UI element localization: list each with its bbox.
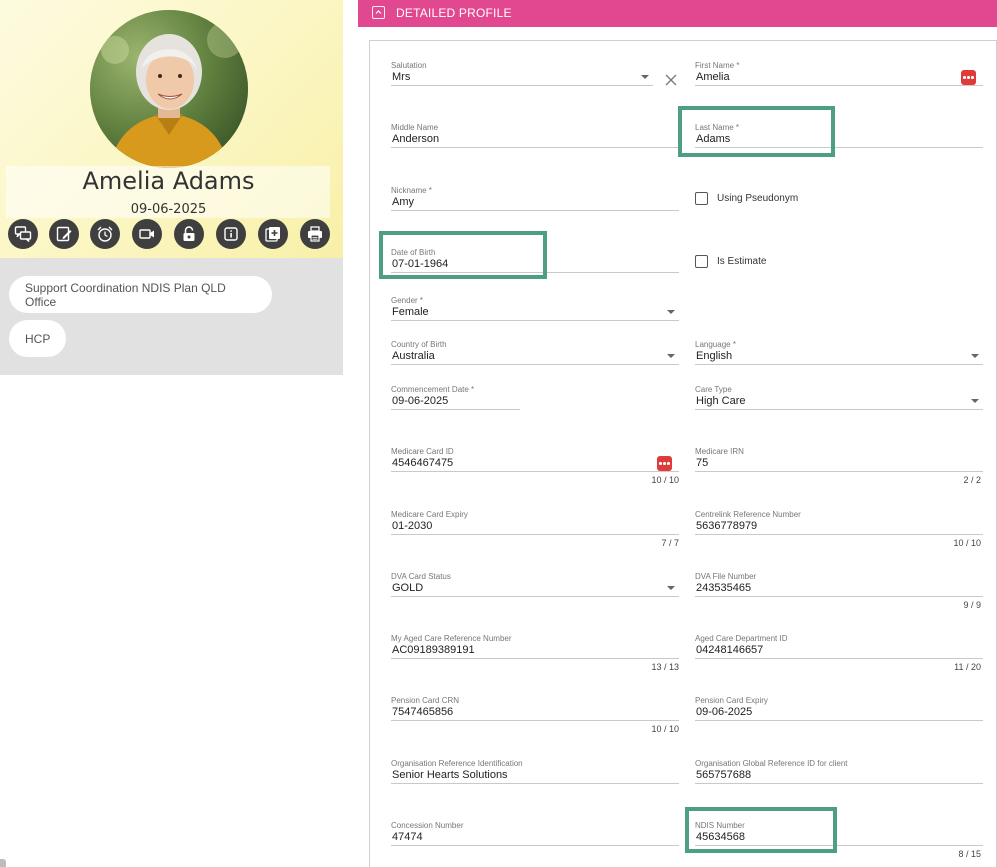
centrelink-reference-label: Centrelink Reference Number	[695, 510, 801, 519]
medicare-card-expiry-counter: 7 / 7	[661, 538, 679, 548]
language-value[interactable]: English	[696, 350, 732, 362]
care-type-value[interactable]: High Care	[696, 395, 746, 407]
action-buttons	[8, 219, 330, 249]
video-call-button[interactable]	[132, 219, 162, 249]
video-call-icon	[139, 229, 154, 239]
concession-number-label: Concession Number	[391, 821, 464, 830]
client-date: 09-06-2025	[130, 202, 207, 217]
collapse-icon[interactable]	[372, 6, 385, 19]
language-label: Language *	[695, 340, 736, 349]
my-aged-care-reference-value[interactable]: AC09189389191	[392, 644, 475, 656]
tag-ndis-plan[interactable]: Support Coordination NDIS Plan QLD Offic…	[9, 276, 272, 313]
concession-number-value[interactable]: 47474	[392, 831, 423, 843]
salutation-label: Salutation	[391, 61, 427, 70]
first-name-label: First Name *	[695, 61, 740, 70]
unlock-icon	[183, 226, 195, 241]
care-type-label: Care Type	[695, 385, 732, 394]
pension-card-crn-value[interactable]: 7547465856	[392, 706, 453, 718]
using-pseudonym-label: Using Pseudonym	[717, 193, 799, 204]
print-button[interactable]	[300, 219, 330, 249]
avatar	[90, 10, 248, 168]
program-tags: Support Coordination NDIS Plan QLD Offic…	[0, 258, 343, 375]
organisation-global-reference-label: Organisation Global Reference ID for cli…	[695, 759, 848, 768]
highlight-date-of-birth	[379, 231, 547, 279]
chat-button[interactable]	[8, 219, 38, 249]
tag-hcp[interactable]: HCP	[9, 320, 66, 357]
section-title: DETAILED PROFILE	[396, 6, 512, 20]
ndis-number-counter: 8 / 15	[958, 849, 981, 859]
country-of-birth-value[interactable]: Australia	[392, 350, 435, 362]
medicare-card-expiry-value[interactable]: 01-2030	[392, 520, 432, 532]
print-icon	[308, 226, 322, 242]
chat-icon	[14, 226, 32, 242]
highlight-last-name	[678, 106, 835, 157]
nickname-value[interactable]: Amy	[392, 196, 414, 208]
client-name: Amelia Adams	[82, 167, 255, 195]
corner-marker	[0, 859, 6, 867]
dva-file-number-value[interactable]: 243535465	[696, 582, 751, 594]
aged-care-department-id-counter: 11 / 20	[954, 662, 981, 672]
dva-card-status-label: DVA Card Status	[391, 572, 451, 581]
centrelink-reference-counter: 10 / 10	[953, 538, 981, 548]
info-button[interactable]	[216, 219, 246, 249]
commencement-date-label: Commencement Date *	[391, 385, 475, 394]
section-header[interactable]: DETAILED PROFILE	[358, 0, 997, 27]
edit-note-button[interactable]	[49, 219, 79, 249]
edit-note-icon	[56, 226, 72, 242]
using-pseudonym-checkbox[interactable]	[695, 192, 708, 205]
aged-care-department-id-value[interactable]: 04248146657	[696, 644, 763, 656]
dva-file-number-label: DVA File Number	[695, 572, 757, 581]
pension-card-expiry-label: Pension Card Expiry	[695, 696, 768, 705]
commencement-date-value[interactable]: 09-06-2025	[392, 395, 448, 407]
detailed-profile-form: Salutation Mrs First Name * Amelia Middl…	[369, 40, 997, 867]
chevron-down-icon[interactable]	[971, 354, 979, 358]
first-name-value[interactable]: Amelia	[696, 71, 730, 83]
chevron-down-icon[interactable]	[667, 354, 675, 358]
nickname-label: Nickname *	[391, 186, 432, 195]
country-of-birth-label: Country of Birth	[391, 340, 447, 349]
medicare-card-expiry-label: Medicare Card Expiry	[391, 510, 468, 519]
dva-file-number-counter: 9 / 9	[963, 600, 981, 610]
chevron-down-icon[interactable]	[971, 399, 979, 403]
pension-card-expiry-value[interactable]: 09-06-2025	[696, 706, 752, 718]
medicare-card-id-counter: 10 / 10	[651, 475, 679, 485]
gender-value[interactable]: Female	[392, 306, 429, 318]
organisation-reference-label: Organisation Reference Identification	[391, 759, 523, 768]
centrelink-reference-value[interactable]: 5636778979	[696, 520, 757, 532]
medicare-card-id-label: Medicare Card ID	[391, 447, 454, 456]
aged-care-department-id-label: Aged Care Department ID	[695, 634, 788, 643]
add-note-button[interactable]	[258, 219, 288, 249]
client-profile-panel: Amelia Adams 09-06-2025 Support Coordina…	[0, 0, 343, 375]
organisation-reference-value[interactable]: Senior Hearts Solutions	[392, 769, 508, 781]
chevron-down-icon[interactable]	[667, 310, 675, 314]
is-estimate-checkbox[interactable]	[695, 255, 708, 268]
more-options-medicare-button[interactable]	[657, 456, 672, 471]
middle-name-label: Middle Name	[391, 123, 439, 132]
my-aged-care-reference-label: My Aged Care Reference Number	[391, 634, 512, 643]
gender-label: Gender *	[391, 296, 424, 305]
medicare-irn-counter: 2 / 2	[963, 475, 981, 485]
middle-name-value[interactable]: Anderson	[392, 133, 439, 145]
unlock-button[interactable]	[174, 219, 204, 249]
chevron-down-icon[interactable]	[641, 75, 649, 79]
my-aged-care-reference-counter: 13 / 13	[651, 662, 679, 672]
is-estimate-label: Is Estimate	[717, 256, 767, 267]
more-options-first-name-button[interactable]	[961, 70, 976, 85]
clear-salutation-icon[interactable]	[665, 73, 677, 86]
medicare-card-id-value[interactable]: 4546467475	[392, 457, 453, 469]
medicare-irn-value[interactable]: 75	[696, 457, 708, 469]
alarm-button[interactable]	[90, 219, 120, 249]
profile-card: Amelia Adams 09-06-2025	[0, 0, 343, 258]
medicare-irn-label: Medicare IRN	[695, 447, 744, 456]
info-icon	[224, 227, 238, 241]
pension-card-crn-counter: 10 / 10	[651, 724, 679, 734]
chevron-down-icon[interactable]	[667, 586, 675, 590]
dva-card-status-value[interactable]: GOLD	[392, 582, 423, 594]
salutation-value[interactable]: Mrs	[392, 71, 410, 83]
pension-card-crn-label: Pension Card CRN	[391, 696, 460, 705]
organisation-global-reference-value[interactable]: 565757688	[696, 769, 751, 781]
highlight-ndis-number	[685, 807, 837, 853]
alarm-clock-icon	[97, 226, 113, 242]
add-note-icon	[265, 227, 280, 242]
